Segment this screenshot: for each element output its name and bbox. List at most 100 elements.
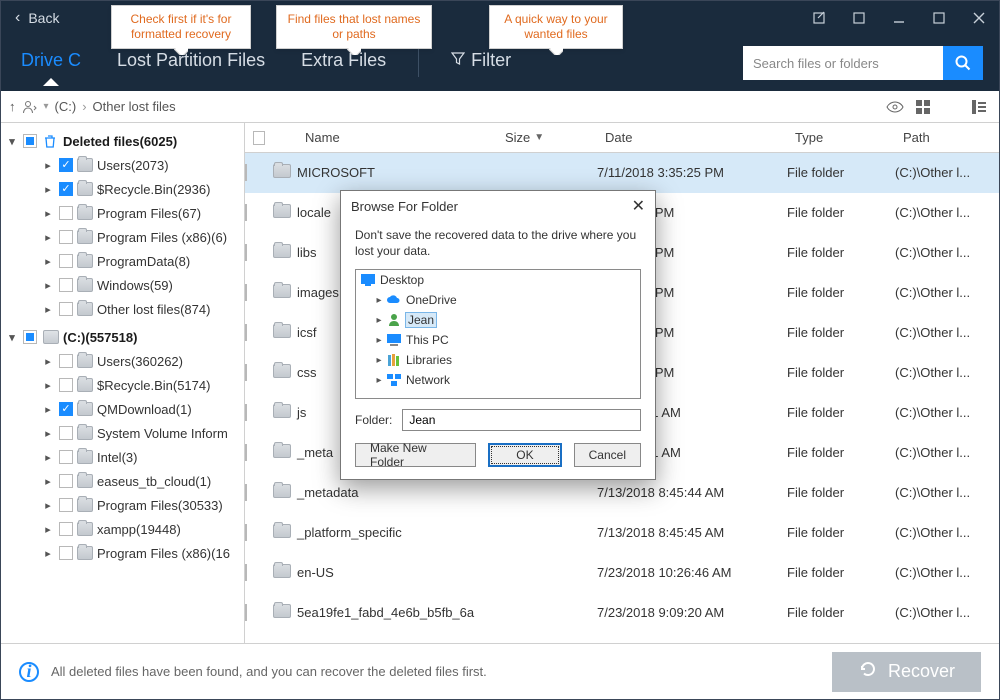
file-row[interactable]: 5ea19fe1_fabd_4e6b_b5fb_6a7/23/2018 9:09… <box>245 593 999 633</box>
up-arrow-icon[interactable]: ↑ <box>9 99 16 114</box>
maximize-icon[interactable] <box>919 1 959 35</box>
chevron-right-icon[interactable]: ▸ <box>372 375 386 386</box>
dialog-folder-tree[interactable]: Desktop ▸ OneDrive ▸ Jean ▸ This PC ▸ Li… <box>355 269 641 399</box>
file-row[interactable]: en-US7/23/2018 10:26:46 AMFile folder(C:… <box>245 553 999 593</box>
chevron-right-icon[interactable]: ▸ <box>41 547 55 560</box>
checkbox[interactable] <box>59 206 73 220</box>
checkbox[interactable] <box>245 524 247 541</box>
checkbox[interactable] <box>59 182 73 196</box>
eye-icon[interactable] <box>883 95 907 119</box>
chevron-right-icon[interactable]: ▸ <box>41 355 55 368</box>
dlg-node-network[interactable]: ▸ Network <box>356 370 640 390</box>
dlg-node-libraries[interactable]: ▸ Libraries <box>356 350 640 370</box>
checkbox[interactable] <box>245 364 247 381</box>
checkbox[interactable] <box>59 230 73 244</box>
col-path[interactable]: Path <box>895 130 999 145</box>
crumb-c[interactable]: (C:) <box>55 99 77 114</box>
chevron-right-icon[interactable]: ▸ <box>41 159 55 172</box>
checkbox[interactable] <box>59 426 73 440</box>
tree-item[interactable]: ▸Program Files (x86)(16 <box>1 541 244 565</box>
chevron-right-icon[interactable]: ▸ <box>41 231 55 244</box>
checkbox[interactable] <box>245 404 247 421</box>
checkbox[interactable] <box>245 324 247 341</box>
dlg-node-onedrive[interactable]: ▸ OneDrive <box>356 290 640 310</box>
tree-item[interactable]: ▸QMDownload(1) <box>1 397 244 421</box>
chevron-down-icon[interactable]: ▾ <box>5 331 19 344</box>
tree-item[interactable]: ▸Program Files(67) <box>1 201 244 225</box>
tree-item[interactable]: ▸xampp(19448) <box>1 517 244 541</box>
make-new-folder-button[interactable]: Make New Folder <box>355 443 476 467</box>
checkbox[interactable] <box>245 284 247 301</box>
cancel-button[interactable]: Cancel <box>574 443 641 467</box>
chevron-right-icon[interactable]: ▸ <box>372 295 386 306</box>
chevron-right-icon[interactable]: ▸ <box>41 207 55 220</box>
chevron-right-icon[interactable]: ▸ <box>41 475 55 488</box>
tab-drive-c[interactable]: Drive C <box>17 42 85 85</box>
folder-input[interactable] <box>402 409 641 431</box>
tree-item[interactable]: ▸System Volume Inform <box>1 421 244 445</box>
checkbox[interactable] <box>23 330 37 344</box>
chevron-right-icon[interactable]: ▸ <box>41 427 55 440</box>
grid-icon[interactable] <box>911 95 935 119</box>
checkbox[interactable] <box>59 474 73 488</box>
recover-button[interactable]: Recover <box>832 652 981 692</box>
close-icon[interactable] <box>959 1 999 35</box>
checkbox[interactable] <box>59 450 73 464</box>
checkbox[interactable] <box>59 158 73 172</box>
tree-item[interactable]: ▸Program Files (x86)(6) <box>1 225 244 249</box>
checkbox[interactable] <box>59 498 73 512</box>
chevron-right-icon[interactable]: ▸ <box>41 255 55 268</box>
chevron-right-icon[interactable]: ▸ <box>41 523 55 536</box>
expand-icon[interactable] <box>839 1 879 35</box>
person-icon[interactable] <box>22 100 38 114</box>
list-icon[interactable] <box>939 95 963 119</box>
ok-button[interactable]: OK <box>488 443 561 467</box>
crumb-other[interactable]: Other lost files <box>93 99 176 114</box>
checkbox[interactable] <box>59 278 73 292</box>
tree-item[interactable]: ▸Other lost files(874) <box>1 297 244 321</box>
col-type[interactable]: Type <box>787 130 895 145</box>
file-row[interactable]: _platform_specific7/13/2018 8:45:45 AMFi… <box>245 513 999 553</box>
checkbox[interactable] <box>59 402 73 416</box>
col-date[interactable]: Date <box>597 130 787 145</box>
chevron-right-icon[interactable]: ▸ <box>372 315 386 326</box>
chevron-right-icon[interactable]: ▸ <box>41 451 55 464</box>
checkbox[interactable] <box>245 244 247 261</box>
chevron-right-icon[interactable]: ▸ <box>41 279 55 292</box>
search-button[interactable] <box>943 46 983 80</box>
file-row[interactable]: MICROSOFT7/11/2018 3:35:25 PMFile folder… <box>245 153 999 193</box>
tree-item[interactable]: ▸Program Files(30533) <box>1 493 244 517</box>
tree-root-deleted[interactable]: ▾ Deleted files(6025) <box>1 129 244 153</box>
chevron-right-icon[interactable]: ▸ <box>41 403 55 416</box>
dlg-node-thispc[interactable]: ▸ This PC <box>356 330 640 350</box>
chevron-right-icon[interactable]: ▸ <box>41 183 55 196</box>
dialog-close-icon[interactable]: ✕ <box>632 196 645 216</box>
detail-icon[interactable] <box>967 95 991 119</box>
checkbox[interactable] <box>245 564 247 581</box>
checkbox[interactable] <box>59 546 73 560</box>
share-icon[interactable] <box>799 1 839 35</box>
checkbox[interactable] <box>245 164 247 181</box>
checkbox[interactable] <box>59 522 73 536</box>
tree-item[interactable]: ▸ProgramData(8) <box>1 249 244 273</box>
col-size[interactable]: Size▼ <box>497 130 597 145</box>
tree-item[interactable]: ▸easeus_tb_cloud(1) <box>1 469 244 493</box>
minimize-icon[interactable] <box>879 1 919 35</box>
dlg-node-desktop[interactable]: Desktop <box>356 270 640 290</box>
checkbox[interactable] <box>59 378 73 392</box>
tree-item[interactable]: ▸Users(360262) <box>1 349 244 373</box>
tree-item[interactable]: ▸Intel(3) <box>1 445 244 469</box>
dlg-node-jean[interactable]: ▸ Jean <box>356 310 640 330</box>
checkbox[interactable] <box>59 302 73 316</box>
chevron-right-icon[interactable]: ▸ <box>372 355 386 366</box>
checkbox[interactable] <box>59 354 73 368</box>
chevron-down-icon[interactable]: ▾ <box>5 135 19 148</box>
checkbox[interactable] <box>23 134 37 148</box>
tree-item[interactable]: ▸Users(2073) <box>1 153 244 177</box>
tree-item[interactable]: ▸$Recycle.Bin(2936) <box>1 177 244 201</box>
col-name[interactable]: Name <box>297 130 497 145</box>
checkbox[interactable] <box>59 254 73 268</box>
checkbox-all[interactable] <box>253 131 265 145</box>
back-button[interactable]: ‹ Back <box>1 9 59 27</box>
chevron-right-icon[interactable]: ▸ <box>41 303 55 316</box>
